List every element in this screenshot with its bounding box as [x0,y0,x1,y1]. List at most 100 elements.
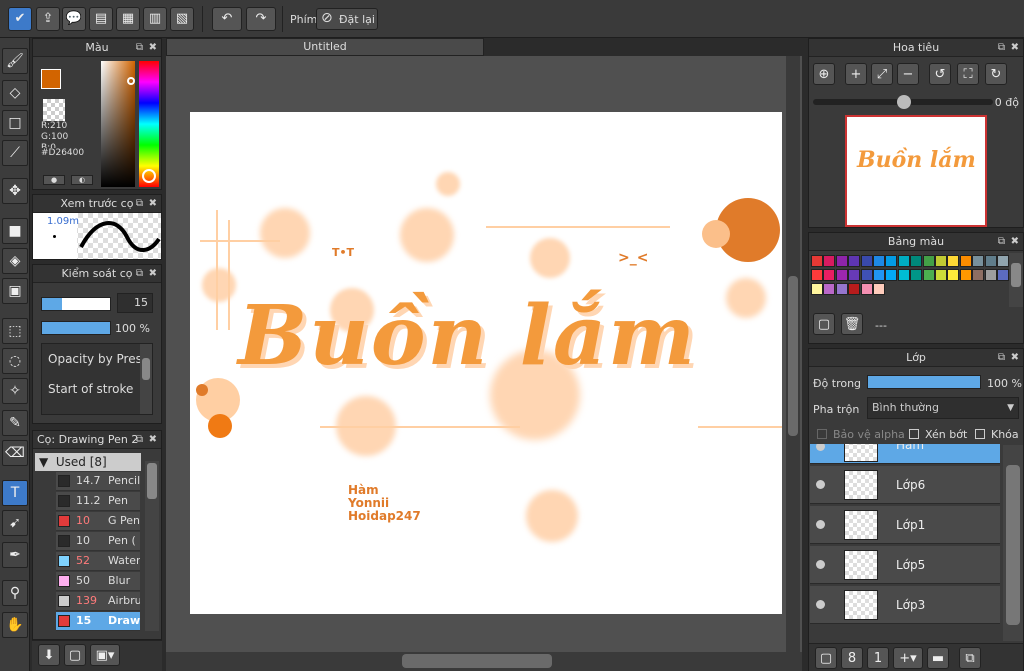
palette-color-swatch[interactable] [835,269,848,281]
popout-icon[interactable]: ⧉ [136,265,143,283]
palette-color-swatch[interactable] [860,269,873,281]
layer-row[interactable]: Lớp6 [810,466,1000,504]
palette-color-swatch[interactable] [997,255,1009,267]
option-opacity-pressure[interactable]: Opacity by Pressure [48,352,140,366]
palette-color-swatch[interactable] [823,255,836,267]
reset-button[interactable]: ⊘ Đặt lại [316,8,378,30]
eye-icon[interactable] [816,444,825,451]
palette-color-swatch[interactable] [947,269,960,281]
palette-color-swatch[interactable] [997,269,1009,281]
scroll-thumb[interactable] [147,463,157,499]
lock-checkbox[interactable] [975,429,985,439]
eye-icon[interactable] [816,520,825,529]
zoom-out-icon[interactable]: − [897,63,919,85]
clipping-checkbox[interactable] [909,429,919,439]
add-color-icon[interactable]: ▢ [813,313,835,335]
palette-color-swatch[interactable] [860,283,873,295]
panel-icon[interactable]: ▧ [170,7,194,31]
close-icon[interactable]: ✖ [1011,349,1019,367]
operation-tool-icon[interactable]: ➹ [2,510,28,536]
palette-color-swatch[interactable] [935,255,947,267]
eye-icon[interactable] [816,560,825,569]
brush-item[interactable]: 52 Water [56,552,140,571]
palette-color-swatch[interactable] [947,255,960,267]
brush-item[interactable]: 14.7 Pencil [56,472,140,491]
protect-alpha-checkbox[interactable] [817,429,827,439]
foreground-color-swatch[interactable] [41,69,61,89]
eye-icon[interactable] [816,480,825,489]
new-layer-8bit-icon[interactable]: 8 [841,647,863,669]
eye-icon[interactable] [816,600,825,609]
palette-color-swatch[interactable] [922,255,935,267]
blend-mode-select[interactable]: Bình thường ▼ [867,397,1019,419]
document-icon[interactable]: ▦ [116,7,140,31]
brush-item[interactable]: 50 Blur [56,572,140,591]
scroll-thumb[interactable] [1011,263,1021,287]
brush-item[interactable]: 10 G Pen [56,512,140,531]
select-rect-tool-icon[interactable]: ⬚ [2,318,28,344]
brush-item[interactable]: 139 Airbru [56,592,140,611]
color-picker-cursor[interactable] [127,77,135,85]
scroll-thumb[interactable] [142,358,150,380]
close-icon[interactable]: ✖ [149,39,157,57]
folder-icon[interactable]: ▬ [927,647,949,669]
slider-thumb[interactable] [897,95,911,109]
share-icon[interactable]: ⇪ [36,7,60,31]
palette-color-swatch[interactable] [873,269,885,281]
lasso-tool-icon[interactable]: ◌ [2,348,28,374]
palette-color-swatch[interactable] [823,269,836,281]
brush-size-slider[interactable] [41,297,111,311]
options-scrollbar[interactable] [140,344,152,414]
bucket-tool-icon[interactable]: ◈ [2,248,28,274]
palette-color-swatch[interactable] [823,283,836,295]
popout-icon[interactable]: ⧉ [136,195,143,213]
canvas-horizontal-scrollbar[interactable] [166,652,802,671]
brush-size-value[interactable]: 15 [117,293,153,313]
palette-color-swatch[interactable] [959,255,972,267]
eyedropper-tool-icon[interactable]: ✒ [2,542,28,568]
close-icon[interactable]: ✖ [149,265,157,283]
popout-icon[interactable]: ⧉ [998,39,1005,57]
checkbox-icon[interactable]: ✔ [8,7,32,31]
palette-color-swatch[interactable] [835,283,848,295]
download-icon[interactable]: ⬇ [38,644,60,666]
transparent-color-swatch[interactable] [43,99,65,121]
palette-scrollbar[interactable] [1009,253,1023,307]
dropper-tool-icon[interactable]: ⚲ [2,580,28,606]
close-icon[interactable]: ✖ [149,195,157,213]
move-tool-icon[interactable]: ✥ [2,178,28,204]
caption-icon[interactable]: ▤ [89,7,113,31]
palette-color-swatch[interactable] [972,255,985,267]
palette-color-swatch[interactable] [935,269,947,281]
text-tool-icon[interactable]: T [2,480,28,506]
popout-icon[interactable]: ⧉ [136,39,143,57]
new-layer-icon[interactable]: ▢ [815,647,837,669]
palette-color-swatch[interactable] [860,255,873,267]
redo-icon[interactable]: ↷ [246,7,276,31]
brush-item[interactable]: 15 Drawi [56,612,140,631]
zoom-in-icon[interactable]: + [845,63,867,85]
rotate-left-icon[interactable]: ↺ [929,63,951,85]
layer-scrollbar[interactable] [1003,445,1023,641]
new-brush-icon[interactable]: ▢ [64,644,86,666]
palette-color-swatch[interactable] [959,269,972,281]
brush-group-header[interactable]: ▼ Used [8] [35,453,141,471]
magic-wand-tool-icon[interactable]: ✧ [2,378,28,404]
popout-icon[interactable]: ⧉ [998,349,1005,367]
close-icon[interactable]: ✖ [1011,39,1019,57]
brush-item[interactable]: 11.2 Pen [56,492,140,511]
flip-icon[interactable]: ⛶ [957,63,979,85]
palette-color-swatch[interactable] [984,255,997,267]
palette-color-swatch[interactable] [922,269,935,281]
brush-tool-icon[interactable]: 🖌 [2,48,28,74]
line-tool-icon[interactable]: ⟋ [2,140,28,166]
duplicate-layer-icon[interactable]: ⧉ [959,647,981,669]
palette-color-swatch[interactable] [897,269,910,281]
layer-row[interactable]: Lớp3 [810,586,1000,624]
palette-color-swatch[interactable] [848,269,861,281]
palette-color-swatch[interactable] [972,269,985,281]
palette-color-swatch[interactable] [910,269,923,281]
palette-color-swatch[interactable] [885,269,898,281]
brush-list-scrollbar[interactable] [145,461,159,631]
mode-icon[interactable]: ◐ [71,175,93,185]
